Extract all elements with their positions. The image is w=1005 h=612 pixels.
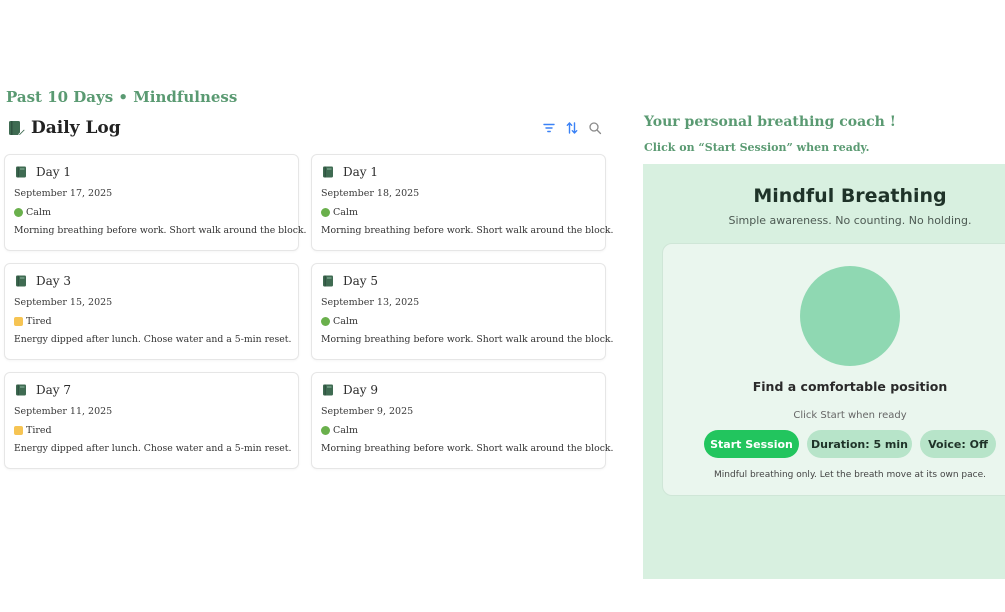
filter-icon[interactable] [542,121,556,135]
session-hint: Click Start when ready [793,410,907,421]
mood-indicator-icon [14,207,23,217]
mood-indicator-icon [321,316,330,326]
log-card-title: Day 3 [36,274,72,288]
daily-log-header: Daily Log [8,116,606,140]
log-card[interactable]: Day 1 September 18, 2025 Calm Morning br… [311,154,614,251]
coach-subtitle: Click on “Start Session” when ready. [644,141,870,154]
breathing-panel: Mindful Breathing Simple awareness. No c… [643,164,1005,579]
daily-log-title: Daily Log [31,118,121,138]
breathing-circle [800,266,900,366]
log-card-date: September 15, 2025 [14,297,113,308]
log-card-mood: Calm [14,206,290,218]
log-card-mood: Tired [14,424,290,436]
log-card-header: Day 7 [14,382,290,398]
log-card-note: Morning breathing before work. Short wal… [14,225,307,236]
log-card-header: Day 5 [321,273,597,289]
book-icon [323,384,333,396]
log-card-mood: Calm [321,206,597,218]
log-card[interactable]: Day 7 September 11, 2025 Tired Energy di… [4,372,299,469]
log-card-title: Day 9 [343,383,379,397]
log-card-title: Day 5 [343,274,379,288]
mood-label: Tired [26,315,52,327]
duration-button[interactable]: Duration: 5 min [807,430,912,458]
book-icon [16,166,26,178]
log-card-date: September 13, 2025 [321,297,420,308]
session-controls: Start Session Duration: 5 min Voice: Off [704,430,996,458]
start-session-button[interactable]: Start Session [704,430,799,458]
log-card-header: Day 1 [14,164,290,180]
mood-indicator-icon [14,316,23,326]
log-card-date: September 18, 2025 [321,188,420,199]
log-card-date: September 11, 2025 [14,406,113,417]
mood-indicator-icon [14,425,23,435]
session-subtitle: Simple awareness. No counting. No holdin… [728,214,972,227]
log-card-date: September 17, 2025 [14,188,113,199]
session-title: Mindful Breathing [753,185,947,207]
daily-log-grid: Day 1 September 17, 2025 Calm Morning br… [4,154,614,469]
log-card-date: September 9, 2025 [321,406,414,417]
log-card-note: Morning breathing before work. Short wal… [321,225,614,236]
log-card[interactable]: Day 3 September 15, 2025 Tired Energy di… [4,263,299,360]
mood-indicator-icon [321,207,330,217]
log-card[interactable]: Day 1 September 17, 2025 Calm Morning br… [4,154,307,251]
session-card: Find a comfortable position Click Start … [662,243,1005,496]
book-icon [16,384,26,396]
book-icon [323,275,333,287]
log-card-mood: Tired [14,315,290,327]
log-card[interactable]: Day 9 September 9, 2025 Calm Morning bre… [311,372,614,469]
section-title: Past 10 Days • Mindfulness [6,88,238,106]
log-card-mood: Calm [321,315,597,327]
mood-label: Calm [26,206,51,218]
session-footnote: Mindful breathing only. Let the breath m… [714,470,986,480]
log-card-title: Day 1 [36,165,72,179]
log-card-note: Morning breathing before work. Short wal… [321,334,614,345]
journal-pen-icon [9,121,26,137]
log-card-mood: Calm [321,424,597,436]
log-card-header: Day 3 [14,273,290,289]
mood-label: Calm [333,424,358,436]
log-card-note: Energy dipped after lunch. Chose water a… [14,334,292,345]
log-card-header: Day 9 [321,382,597,398]
search-icon[interactable] [588,121,602,135]
log-card-title: Day 1 [343,165,379,179]
sort-icon[interactable] [565,121,579,135]
book-icon [323,166,333,178]
log-card-note: Morning breathing before work. Short wal… [321,443,614,454]
mood-label: Calm [333,315,358,327]
log-card-header: Day 1 [321,164,597,180]
session-heading: Find a comfortable position [752,379,948,394]
log-card-title: Day 7 [36,383,72,397]
coach-title: Your personal breathing coach ! [644,114,896,130]
voice-toggle-button[interactable]: Voice: Off [920,430,996,458]
log-toolbar [542,121,606,135]
log-card-note: Energy dipped after lunch. Chose water a… [14,443,292,454]
log-card[interactable]: Day 5 September 13, 2025 Calm Morning br… [311,263,614,360]
mood-label: Calm [333,206,358,218]
mood-label: Tired [26,424,52,436]
book-icon [16,275,26,287]
mood-indicator-icon [321,425,330,435]
